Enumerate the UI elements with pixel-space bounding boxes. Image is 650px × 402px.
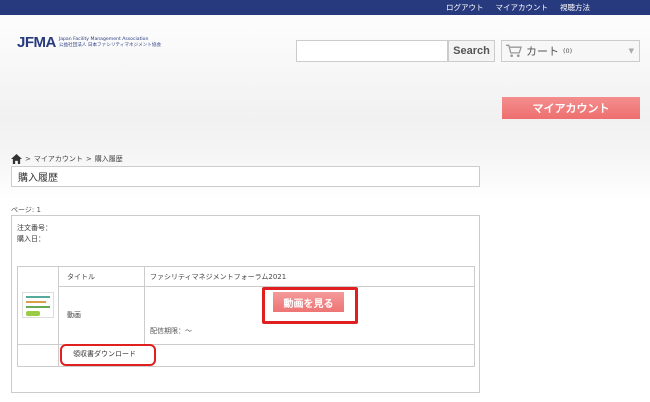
logo-english: Japan Facility Management Association [58, 36, 149, 42]
pagination-label: ページ: 1 [11, 206, 41, 214]
cart-dropdown[interactable]: カート (0) ▼ [501, 40, 640, 62]
breadcrumb: > マイアカウント > 購入履歴 [11, 154, 123, 164]
breadcrumb-separator: > [85, 155, 92, 163]
page-title: 購入履歴 [11, 166, 480, 187]
cart-icon [506, 44, 523, 58]
myaccount-button[interactable]: マイアカウント [502, 97, 640, 119]
search-input[interactable] [296, 40, 448, 62]
empty-cell [17, 343, 59, 368]
thumbnail-cell [17, 266, 59, 345]
site-logo[interactable]: JFMA Japan Facility Management Associati… [17, 34, 161, 51]
title-label: タイトル [58, 265, 145, 288]
breadcrumb-myaccount[interactable]: マイアカウント [34, 154, 83, 164]
logo-japanese: 公益社団法人 日本ファシリティマネジメント協会 [58, 42, 162, 48]
title-value: ファシリティマネジメントフォーラム2021 [144, 265, 475, 288]
receipt-link-highlight [60, 344, 156, 366]
product-thumbnail [22, 292, 54, 319]
logo-subtitle: Japan Facility Management Association 公益… [59, 37, 161, 49]
search-button[interactable]: Search [448, 40, 495, 62]
order-number-label: 注文番号： [17, 224, 52, 232]
table-row: タイトル ファシリティマネジメントフォーラム2021 [17, 265, 475, 345]
delivery-period: 配信期限：～ [150, 327, 192, 335]
cart-count: (0) [563, 47, 573, 55]
order-panel: 注文番号： 購入日： タイトル ファシリティマネジメントフォーラム2021 動画 [11, 215, 480, 393]
top-navbar: ログアウト マイアカウント 視聴方法 [0, 0, 650, 15]
breadcrumb-separator: > [25, 155, 31, 163]
home-icon[interactable] [11, 154, 22, 164]
purchase-date-label: 購入日： [17, 235, 45, 243]
howto-link[interactable]: 視聴方法 [560, 2, 590, 13]
table-row: 動画 [18, 286, 475, 345]
video-label: 動画 [58, 286, 145, 345]
myaccount-link[interactable]: マイアカウント [496, 2, 549, 13]
chevron-down-icon: ▼ [628, 47, 634, 55]
logout-link[interactable]: ログアウト [446, 2, 484, 13]
breadcrumb-current: 購入履歴 [94, 155, 123, 163]
video-button-highlight [262, 287, 358, 324]
order-meta: 注文番号： 購入日： [17, 223, 52, 245]
logo-mark: JFMA [17, 34, 56, 51]
cart-label: カート [526, 45, 559, 58]
